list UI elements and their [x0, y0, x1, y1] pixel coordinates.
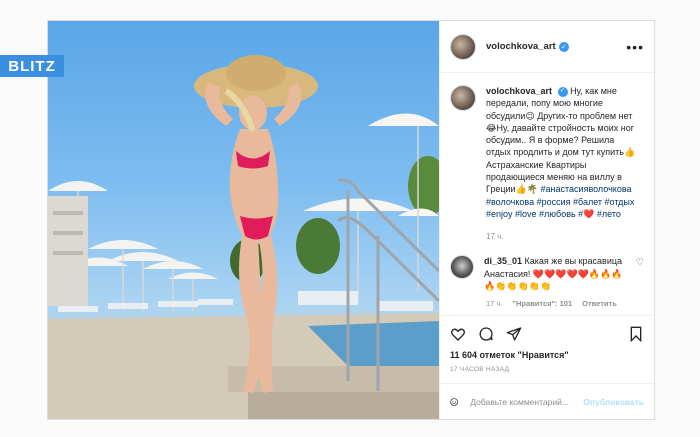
reply-likes[interactable]: "Нравится": 101 [512, 299, 572, 308]
post-photo[interactable] [48, 21, 439, 419]
comment-like-icon[interactable]: ♡ [636, 257, 644, 268]
verified-icon: ✓ [558, 41, 569, 52]
caption-text: Ну, как мне передали, попу мою многие об… [486, 86, 636, 195]
reply-author[interactable]: di_35_01 [484, 256, 522, 266]
caption-avatar[interactable] [450, 85, 476, 111]
post-header: volochkova_art ✓ ••• [440, 21, 654, 73]
post-time: 17 ЧАСОВ НАЗАД [450, 366, 510, 373]
bookmark-icon[interactable] [628, 326, 644, 342]
reply-meta: 17 ч. "Нравится": 101 Ответить [486, 299, 644, 308]
post-sidebar: volochkova_art ✓ ••• volochkova_art ✓ Ну… [439, 21, 654, 419]
reply-avatar[interactable] [450, 255, 474, 280]
author-username[interactable]: volochkova_art [486, 41, 556, 52]
reply-comment: di_35_01 Какая же вы красавица Анастасия… [450, 255, 644, 292]
caption-body: volochkova_art ✓ Ну, как мне передали, п… [486, 85, 636, 220]
publish-button[interactable]: Опубликовать [583, 397, 644, 407]
palm-tree [408, 156, 439, 216]
reply-body: di_35_01 Какая же вы красавица Анастасия… [484, 255, 624, 292]
post-actions: 11 604 отметок "Нравится" 17 ЧАСОВ НАЗАД [440, 315, 654, 373]
instagram-post: volochkova_art ✓ ••• volochkova_art ✓ Ну… [47, 20, 655, 420]
caption-comment: volochkova_art ✓ Ну, как мне передали, п… [450, 85, 644, 220]
reply-button[interactable]: Ответить [582, 299, 617, 308]
heart-icon[interactable] [450, 326, 466, 342]
comment-icon[interactable] [478, 326, 494, 342]
comment-input[interactable] [468, 395, 584, 408]
comments-section: volochkova_art ✓ Ну, как мне передали, п… [440, 73, 654, 315]
add-comment-bar: Опубликовать [440, 383, 654, 419]
photo-illustration [48, 55, 439, 419]
more-icon[interactable]: ••• [626, 40, 644, 54]
caption-time: 17 ч. [486, 232, 504, 242]
verified-icon: ✓ [557, 86, 568, 97]
author-avatar[interactable] [450, 33, 476, 60]
reply-time: 17 ч. [486, 299, 503, 309]
caption-author[interactable]: volochkova_art [486, 86, 552, 96]
blitz-badge: BLITZ [0, 55, 64, 77]
likes-count[interactable]: 11 604 отметок "Нравится" [450, 350, 644, 360]
emoji-icon[interactable] [450, 395, 458, 409]
tree [296, 218, 340, 274]
page: BLITZ volochkova_art ✓ ••• volochkova_ar… [0, 0, 700, 437]
share-icon[interactable] [506, 326, 522, 342]
action-icons [450, 324, 644, 344]
